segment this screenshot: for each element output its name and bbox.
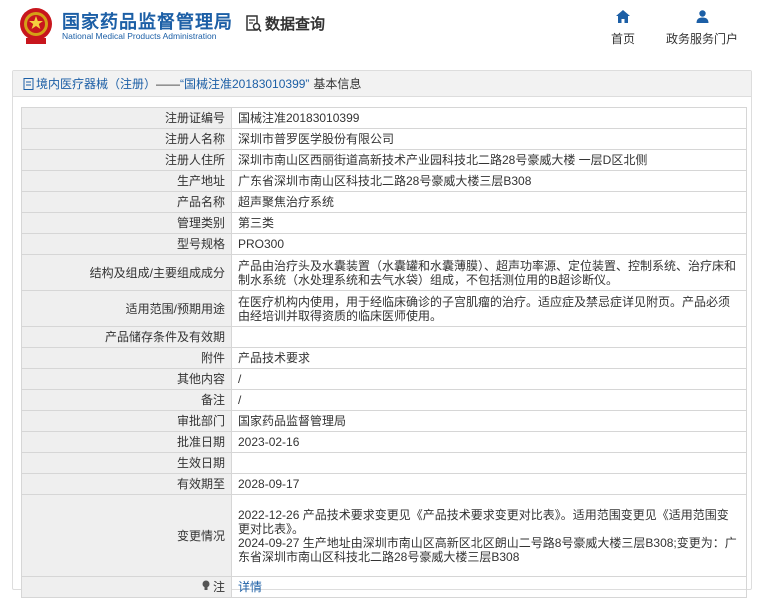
table-row: 产品储存条件及有效期 [21,326,747,348]
table-row: 备注 / [21,389,747,411]
field-label: 有效期至 [21,473,232,495]
field-label: 注册人名称 [21,128,232,150]
field-label: 审批部门 [21,410,232,432]
field-value [231,452,747,474]
breadcrumb-category[interactable]: 境内医疗器械（注册） [36,75,156,92]
field-value: 深圳市南山区西丽街道高新技术产业园科技北二路28号豪威大楼 一层D区北侧 [231,149,747,171]
nav-home-label: 首页 [610,32,635,46]
data-query-label: 数据查询 [265,16,326,33]
field-value: 超声聚焦治疗系统 [231,191,747,213]
field-value: 第三类 [231,212,747,234]
field-label: 生产地址 [21,170,232,192]
table-row: 注册人名称 深圳市普罗医学股份有限公司 [21,128,747,150]
field-label: 变更情况 [21,494,232,577]
note-label: 注 [21,576,232,598]
info-table: 注册证编号 国械注准20183010399 注册人名称 深圳市普罗医学股份有限公… [21,107,747,598]
detail-panel: 境内医疗器械（注册） —— “国械注准20183010399” 基本信息 注册证… [12,70,752,598]
field-label: 产品名称 [21,191,232,213]
field-label: 结构及组成/主要组成成分 [21,254,232,291]
field-value: PRO300 [231,233,747,255]
table-row: 产品名称 超声聚焦治疗系统 [21,191,747,213]
field-label: 型号规格 [21,233,232,255]
breadcrumb-record: “国械注准20183010399” [180,77,310,91]
field-label: 生效日期 [21,452,232,474]
lightbulb-icon [202,580,210,594]
breadcrumb-separator: —— [156,76,181,91]
site-header: 国家药品监督管理局 National Medical Products Admi… [0,0,764,62]
table-row: 注册人住所 深圳市南山区西丽街道高新技术产业园科技北二路28号豪威大楼 一层D区… [21,149,747,171]
field-value: 广东省深圳市南山区科技北二路28号豪威大楼三层B308 [231,170,747,192]
field-label: 备注 [21,389,232,411]
note-label-text: 注 [212,580,225,594]
field-value: 2023-02-16 [231,431,747,453]
breadcrumb: 境内医疗器械（注册） —— “国械注准20183010399” 基本信息 [13,71,751,97]
field-value: 2028-09-17 [231,473,747,495]
data-query-link[interactable]: 数据查询 [246,13,325,34]
table-row: 适用范围/预期用途 在医疗机构内使用，用于经临床确诊的子宫肌瘤的治疗。适应症及禁… [21,290,747,327]
detail-link[interactable]: 详情 [238,580,262,594]
table-row: 附件 产品技术要求 [21,347,747,369]
field-value: 国械注准20183010399 [231,107,747,129]
field-value: / [231,368,747,390]
field-label: 其他内容 [21,368,232,390]
table-row: 注册证编号 国械注准20183010399 [21,107,747,129]
table-row: 有效期至 2028-09-17 [21,473,747,495]
field-value [231,326,747,348]
field-label: 注册人住所 [21,149,232,171]
field-label: 管理类别 [21,212,232,234]
table-row: 变更情况 2022-12-26 产品技术要求变更见《产品技术要求变更对比表》。适… [21,494,747,577]
search-document-icon [246,14,262,32]
field-label: 注册证编号 [21,107,232,129]
field-label: 产品储存条件及有效期 [21,326,232,348]
field-label: 适用范围/预期用途 [21,290,232,327]
table-row: 注 详情 [21,576,747,598]
national-emblem-icon [20,8,52,44]
table-row: 其他内容 / [21,368,747,390]
field-label: 附件 [21,347,232,369]
table-row: 型号规格 PRO300 [21,233,747,255]
table-row: 生产地址 广东省深圳市南山区科技北二路28号豪威大楼三层B308 [21,170,747,192]
table-row: 管理类别 第三类 [21,212,747,234]
nav-portal-label: 政务服务门户 [665,32,738,46]
field-value: 产品技术要求 [231,347,747,369]
nav-home[interactable]: 首页 [603,10,643,47]
breadcrumb-suffix: 基本信息 [313,77,362,91]
change-history-value: 2022-12-26 产品技术要求变更见《产品技术要求变更对比表》。适用范围变更… [231,494,747,577]
table-row: 结构及组成/主要组成成分 产品由治疗头及水囊装置（水囊罐和水囊薄膜）、超声功率源… [21,254,747,291]
field-value: 产品由治疗头及水囊装置（水囊罐和水囊薄膜）、超声功率源、定位装置、控制系统、治疗… [231,254,747,291]
field-value: / [231,389,747,411]
home-icon [616,10,630,23]
brand-title-en: National Medical Products Administration [62,31,217,41]
table-row: 审批部门 国家药品监督管理局 [21,410,747,432]
table-row: 批准日期 2023-02-16 [21,431,747,453]
table-row: 生效日期 [21,452,747,474]
field-value: 在医疗机构内使用，用于经临床确诊的子宫肌瘤的治疗。适应症及禁忌症详见附页。产品必… [231,290,747,327]
field-label: 批准日期 [21,431,232,453]
note-value: 详情 [231,576,747,598]
user-icon [696,10,708,23]
document-icon [23,77,34,90]
field-value: 深圳市普罗医学股份有限公司 [231,128,747,150]
nav-service-portal[interactable]: 政务服务门户 [660,10,744,47]
field-value: 国家药品监督管理局 [231,410,747,432]
